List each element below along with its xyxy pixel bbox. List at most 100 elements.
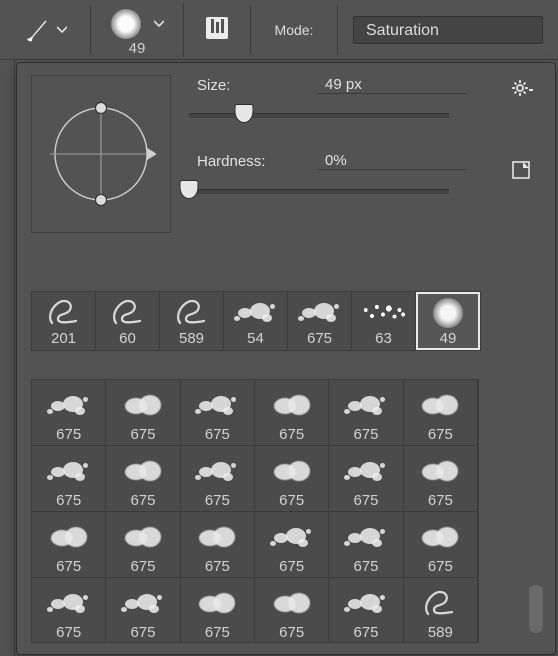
- brush-tile[interactable]: 675: [255, 380, 329, 446]
- brush-tile[interactable]: 675: [106, 446, 180, 512]
- brush-tile[interactable]: 675: [255, 446, 329, 512]
- splatter-brush-icon: [342, 523, 390, 553]
- brush-size-label: 675: [130, 624, 155, 641]
- splatter-brush-icon: [193, 391, 241, 421]
- gear-icon[interactable]: [511, 77, 533, 102]
- brush-size-label: 675: [428, 558, 453, 575]
- brush-size-swatch[interactable]: 49: [91, 3, 184, 57]
- brush-tile[interactable]: 675: [106, 512, 180, 578]
- brush-tile[interactable]: 675: [181, 512, 255, 578]
- brush-size-label: 201: [51, 330, 76, 347]
- splatter-brush-icon: [342, 589, 390, 619]
- brush-tile[interactable]: 675: [329, 578, 403, 643]
- brush-tile[interactable]: 675: [329, 446, 403, 512]
- brush-grid-scrollbar[interactable]: [525, 383, 547, 639]
- brush-tile[interactable]: 675: [181, 578, 255, 643]
- size-input[interactable]: 49 px: [317, 76, 467, 94]
- brush-size-label: 675: [205, 426, 230, 443]
- cloud-brush-icon: [119, 458, 167, 486]
- splatter-brush-icon: [342, 457, 390, 487]
- recent-brush-tile[interactable]: 60: [96, 292, 160, 350]
- brush-size-label: 589: [179, 330, 204, 347]
- brush-tile[interactable]: 675: [106, 578, 180, 643]
- cloud-brush-icon: [45, 524, 93, 552]
- brush-size-label: 675: [428, 492, 453, 509]
- brush-tile[interactable]: 675: [32, 446, 106, 512]
- new-preset-icon[interactable]: [511, 159, 533, 184]
- angle-roundness-control[interactable]: [31, 75, 171, 233]
- brush-tile[interactable]: 675: [181, 380, 255, 446]
- hardness-input[interactable]: 0%: [317, 152, 467, 170]
- brush-size-label: 675: [279, 624, 304, 641]
- brush-tile[interactable]: 675: [404, 446, 478, 512]
- scribble-brush-icon: [420, 588, 460, 620]
- brush-size-label: 675: [130, 558, 155, 575]
- brush-icon: [21, 13, 55, 47]
- splatter-brush-icon: [119, 589, 167, 619]
- brush-size-label: 49: [440, 330, 457, 347]
- cloud-brush-icon: [119, 524, 167, 552]
- brush-size-label: 675: [56, 558, 81, 575]
- hardness-label[interactable]: Hardness:: [197, 153, 317, 170]
- brush-tile[interactable]: 675: [32, 380, 106, 446]
- chevron-down-icon[interactable]: [55, 26, 69, 34]
- brush-size-label: 675: [353, 426, 378, 443]
- cloud-brush-icon: [119, 392, 167, 420]
- splatter-brush-icon: [45, 391, 93, 421]
- splatter-brush-icon: [45, 457, 93, 487]
- mode-label: Mode:: [251, 5, 338, 55]
- size-label[interactable]: Size:: [197, 77, 317, 94]
- hardness-slider[interactable]: [189, 181, 449, 203]
- cloud-brush-icon: [416, 392, 464, 420]
- brush-settings-button[interactable]: [184, 5, 251, 55]
- brush-size-label: 675: [130, 492, 155, 509]
- cloud-brush-icon: [268, 458, 316, 486]
- recent-brush-tile[interactable]: 63: [352, 292, 416, 350]
- brush-size-label: 675: [428, 426, 453, 443]
- brush-tile[interactable]: 675: [255, 512, 329, 578]
- brush-tile[interactable]: 675: [404, 380, 478, 446]
- brush-panel-icon: [203, 14, 231, 45]
- cloud-brush-icon: [268, 392, 316, 420]
- chevron-down-icon[interactable]: [152, 20, 166, 28]
- brush-size-label: 60: [119, 330, 136, 347]
- recent-brush-tile[interactable]: 675: [288, 292, 352, 350]
- brush-size-label: 675: [307, 330, 332, 347]
- brush-size-label: 675: [353, 492, 378, 509]
- brush-size-label: 675: [353, 558, 378, 575]
- splatter-brush-icon: [45, 589, 93, 619]
- splatter-brush-icon: [232, 298, 280, 328]
- brush-tile[interactable]: 675: [329, 512, 403, 578]
- splatter-brush-icon: [342, 391, 390, 421]
- cloud-brush-icon: [193, 590, 241, 618]
- scribble-brush-icon: [44, 297, 84, 329]
- brush-tile[interactable]: 675: [106, 380, 180, 446]
- brush-size-value: 49: [129, 40, 146, 57]
- brush-tool-button[interactable]: [0, 5, 91, 55]
- mode-dropdown[interactable]: Saturation: [353, 16, 543, 44]
- brush-tile[interactable]: 675: [32, 512, 106, 578]
- recent-brushes: 201 60 589 54 675 63 49: [31, 291, 481, 351]
- size-slider[interactable]: [189, 105, 449, 127]
- recent-brush-tile[interactable]: 54: [224, 292, 288, 350]
- splatter-brush-icon: [296, 298, 344, 328]
- brush-tile[interactable]: 675: [181, 446, 255, 512]
- scribble-brush-icon: [108, 297, 148, 329]
- splatter-brush-icon: [268, 523, 316, 553]
- brush-size-label: 675: [56, 624, 81, 641]
- brush-tile[interactable]: 675: [329, 380, 403, 446]
- recent-brush-tile[interactable]: 589: [160, 292, 224, 350]
- cloud-brush-icon: [193, 524, 241, 552]
- brush-preset-panel: Size: 49 px Hardness: 0%: [16, 62, 556, 655]
- cloud-brush-icon: [416, 458, 464, 486]
- recent-brush-tile[interactable]: 49: [416, 292, 480, 350]
- brush-tile[interactable]: 589: [404, 578, 478, 643]
- brush-size-label: 675: [279, 558, 304, 575]
- brush-size-label: 675: [279, 426, 304, 443]
- brush-size-label: 675: [56, 492, 81, 509]
- brush-tile[interactable]: 675: [255, 578, 329, 643]
- brush-size-label: 675: [205, 492, 230, 509]
- recent-brush-tile[interactable]: 201: [32, 292, 96, 350]
- brush-tile[interactable]: 675: [32, 578, 106, 643]
- brush-tile[interactable]: 675: [404, 512, 478, 578]
